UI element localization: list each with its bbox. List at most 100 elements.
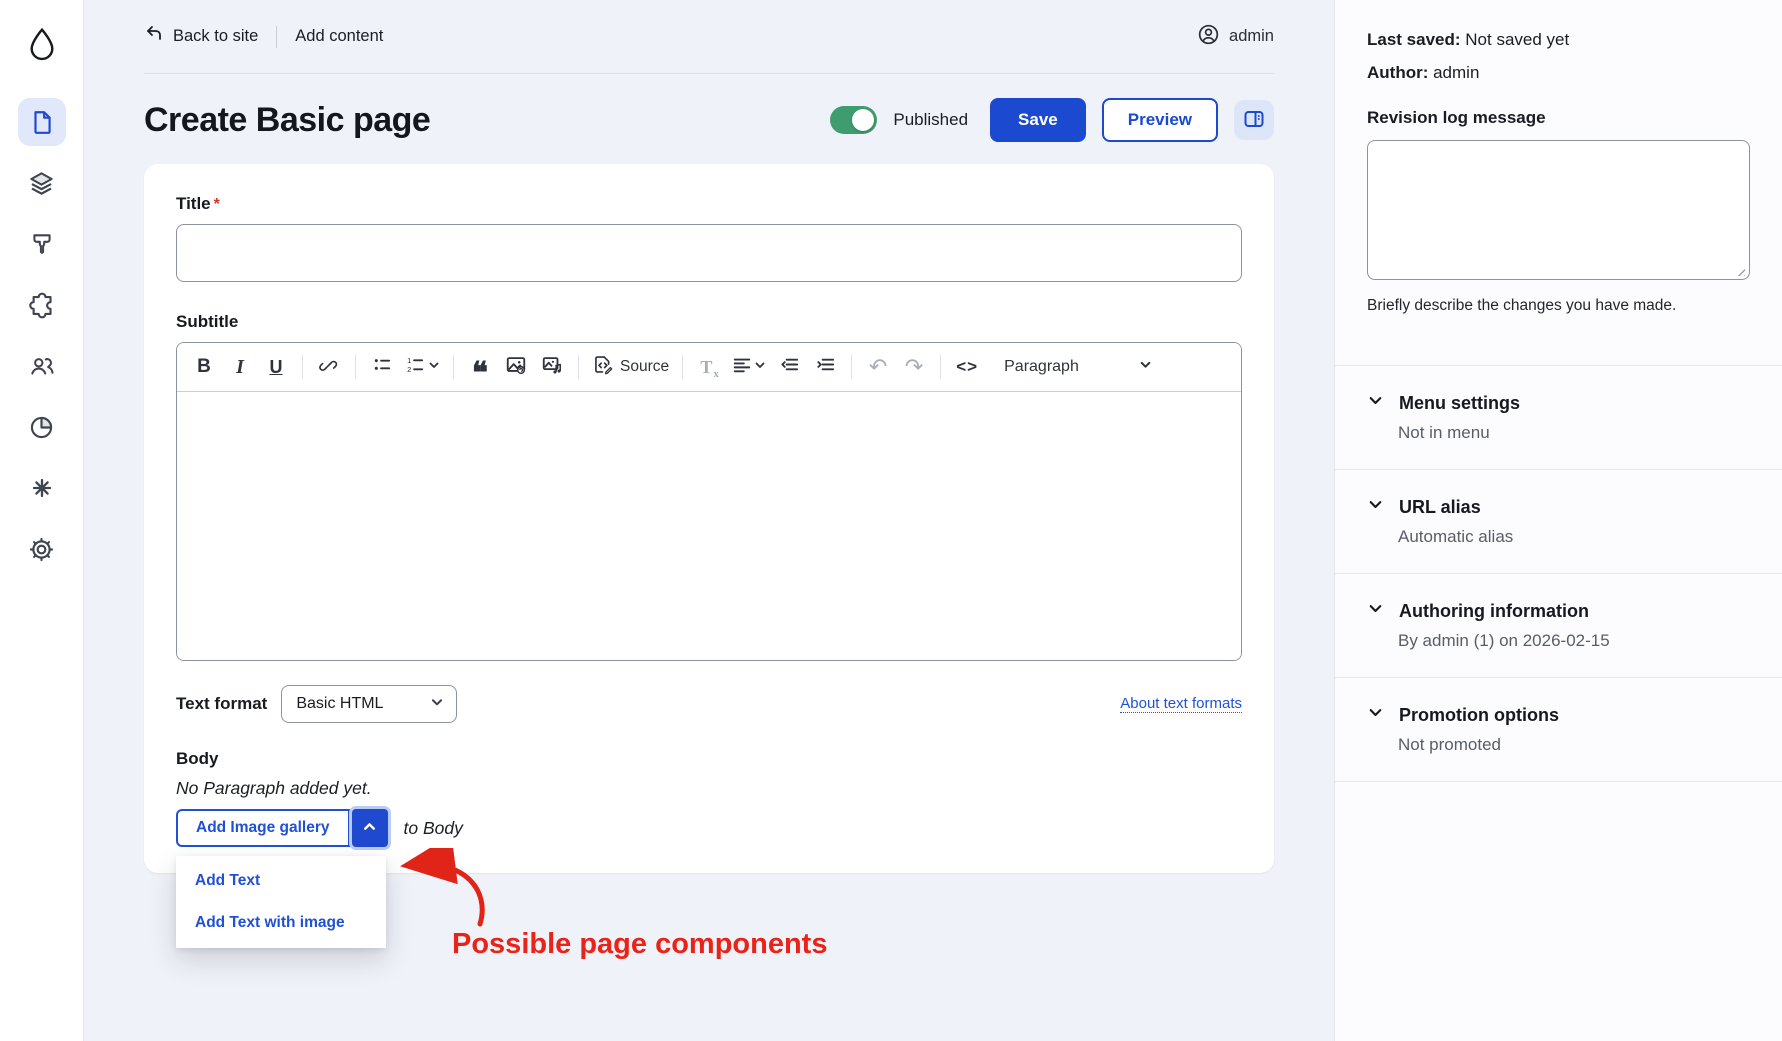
section-summary: Automatic alias <box>1398 527 1750 547</box>
add-paragraph-type-toggle[interactable] <box>352 809 388 847</box>
section-authoring-information-header[interactable]: Authoring information <box>1367 600 1750 622</box>
indent-button[interactable] <box>808 350 842 384</box>
block-quote-button[interactable]: ❝ <box>463 350 497 384</box>
undo-button[interactable]: ↶ <box>861 350 895 384</box>
text-alignment-button[interactable] <box>728 350 770 384</box>
sidebar-item-help[interactable] <box>18 464 66 512</box>
page-title: Create Basic page <box>144 101 430 140</box>
two-users-icon <box>28 352 56 380</box>
editor-content-area[interactable] <box>177 392 1241 660</box>
revision-log-label: Revision log message <box>1367 108 1750 128</box>
about-text-formats-link[interactable]: About text formats <box>1120 695 1242 713</box>
insert-media-button[interactable] <box>535 350 569 384</box>
add-paragraph-controls: Add Image gallery to Body Add Text Add T… <box>176 809 1242 847</box>
menu-item-add-text[interactable]: Add Text <box>176 860 386 902</box>
revision-log-help: Briefly describe the changes you have ma… <box>1367 297 1750 315</box>
section-label: Authoring information <box>1399 601 1589 622</box>
chevron-down-icon <box>1139 358 1152 376</box>
outdent-icon <box>779 354 800 380</box>
source-button[interactable]: Source <box>588 350 673 384</box>
bold-button[interactable]: B <box>187 350 221 384</box>
drupal-droplet-icon <box>24 26 60 71</box>
text-format-label: Text format <box>176 694 267 714</box>
numbered-list-button[interactable]: 1 2 <box>401 350 444 384</box>
bulleted-list-icon <box>372 354 393 380</box>
sidebar-item-reports[interactable] <box>18 403 66 451</box>
main-content: Back to site Add content admin Create Ba… <box>84 0 1334 1041</box>
underline-button[interactable]: U <box>259 350 293 384</box>
admin-toolbar <box>0 0 84 1041</box>
paragraph-type-menu: Add Text Add Text with image <box>176 856 386 948</box>
document-icon <box>29 109 55 135</box>
insert-image-button[interactable] <box>499 350 533 384</box>
svg-text:2: 2 <box>407 365 411 374</box>
title-input[interactable] <box>176 224 1242 282</box>
title-label: Title <box>176 194 211 213</box>
section-promotion-options-header[interactable]: Promotion options <box>1367 704 1750 726</box>
svg-text:1: 1 <box>407 356 411 365</box>
add-content-breadcrumb[interactable]: Add content <box>295 27 383 46</box>
gear-icon <box>28 536 55 563</box>
source-label: Source <box>620 358 669 376</box>
toolbar-separator <box>578 355 579 379</box>
sidebar-item-appearance[interactable] <box>18 220 66 268</box>
revision-log-wrap <box>1367 140 1750 285</box>
text-format-select[interactable]: Basic HTML <box>281 685 457 723</box>
empty-paragraph-message: No Paragraph added yet. <box>176 778 1242 799</box>
published-toggle[interactable] <box>830 106 877 134</box>
sidebar-item-settings[interactable] <box>18 525 66 573</box>
italic-icon: I <box>236 356 244 379</box>
section-url-alias: URL alias Automatic alias <box>1335 469 1782 573</box>
user-menu[interactable]: admin <box>1197 23 1274 51</box>
remove-format-button[interactable]: Tx <box>692 350 726 384</box>
preview-button[interactable]: Preview <box>1102 98 1218 142</box>
paragraph-style-dropdown[interactable]: Paragraph <box>994 350 1162 384</box>
panel-layout-icon <box>1242 107 1266 134</box>
back-to-site-label: Back to site <box>173 27 258 46</box>
back-to-site-link[interactable]: Back to site <box>144 24 258 49</box>
section-menu-settings: Menu settings Not in menu <box>1335 365 1782 469</box>
chevron-down-icon <box>1367 392 1384 414</box>
redo-button[interactable]: ↷ <box>897 350 931 384</box>
sidebar-item-content[interactable] <box>18 98 66 146</box>
annotation-arrow <box>384 848 502 935</box>
section-label: Promotion options <box>1399 705 1559 726</box>
toolbar-separator <box>851 355 852 379</box>
bulleted-list-button[interactable] <box>365 350 399 384</box>
sidebar-item-extend[interactable] <box>18 281 66 329</box>
source-icon <box>592 354 613 380</box>
last-saved-row: Last saved: Not saved yet <box>1367 26 1750 53</box>
meta-sidebar: Last saved: Not saved yet Author: admin … <box>1334 0 1782 1041</box>
media-icon <box>541 354 563 381</box>
toolbar-separator <box>682 355 683 379</box>
puzzle-piece-icon <box>28 292 55 319</box>
published-label: Published <box>893 110 968 130</box>
section-divider <box>1335 781 1782 782</box>
drupal-logo[interactable] <box>24 22 60 74</box>
required-asterisk: * <box>214 196 220 213</box>
sidebar-item-structure[interactable] <box>18 159 66 207</box>
annotation-label: Possible page components <box>452 928 827 961</box>
menu-item-add-text-with-image[interactable]: Add Text with image <box>176 902 386 944</box>
section-url-alias-header[interactable]: URL alias <box>1367 496 1750 518</box>
outdent-button[interactable] <box>772 350 806 384</box>
link-button[interactable] <box>312 350 346 384</box>
section-menu-settings-header[interactable]: Menu settings <box>1367 392 1750 414</box>
sidebar-item-people[interactable] <box>18 342 66 390</box>
section-label: Menu settings <box>1399 393 1520 414</box>
section-authoring-information: Authoring information By admin (1) on 20… <box>1335 573 1782 677</box>
username-label: admin <box>1229 27 1274 46</box>
paintbrush-icon <box>29 231 55 257</box>
add-image-gallery-button[interactable]: Add Image gallery <box>176 809 350 847</box>
link-icon <box>319 355 339 380</box>
italic-button[interactable]: I <box>223 350 257 384</box>
admin-nav <box>18 98 66 573</box>
sidebar-toggle-button[interactable] <box>1234 100 1274 140</box>
title-field-group: Title* <box>176 194 1242 282</box>
revision-log-textarea[interactable] <box>1367 140 1750 280</box>
save-button[interactable]: Save <box>990 98 1086 142</box>
code-button[interactable]: <> <box>950 350 984 384</box>
page-header: Create Basic page Published Save Preview <box>144 98 1274 142</box>
bold-icon: B <box>197 356 211 378</box>
chevron-down-icon <box>754 358 766 376</box>
